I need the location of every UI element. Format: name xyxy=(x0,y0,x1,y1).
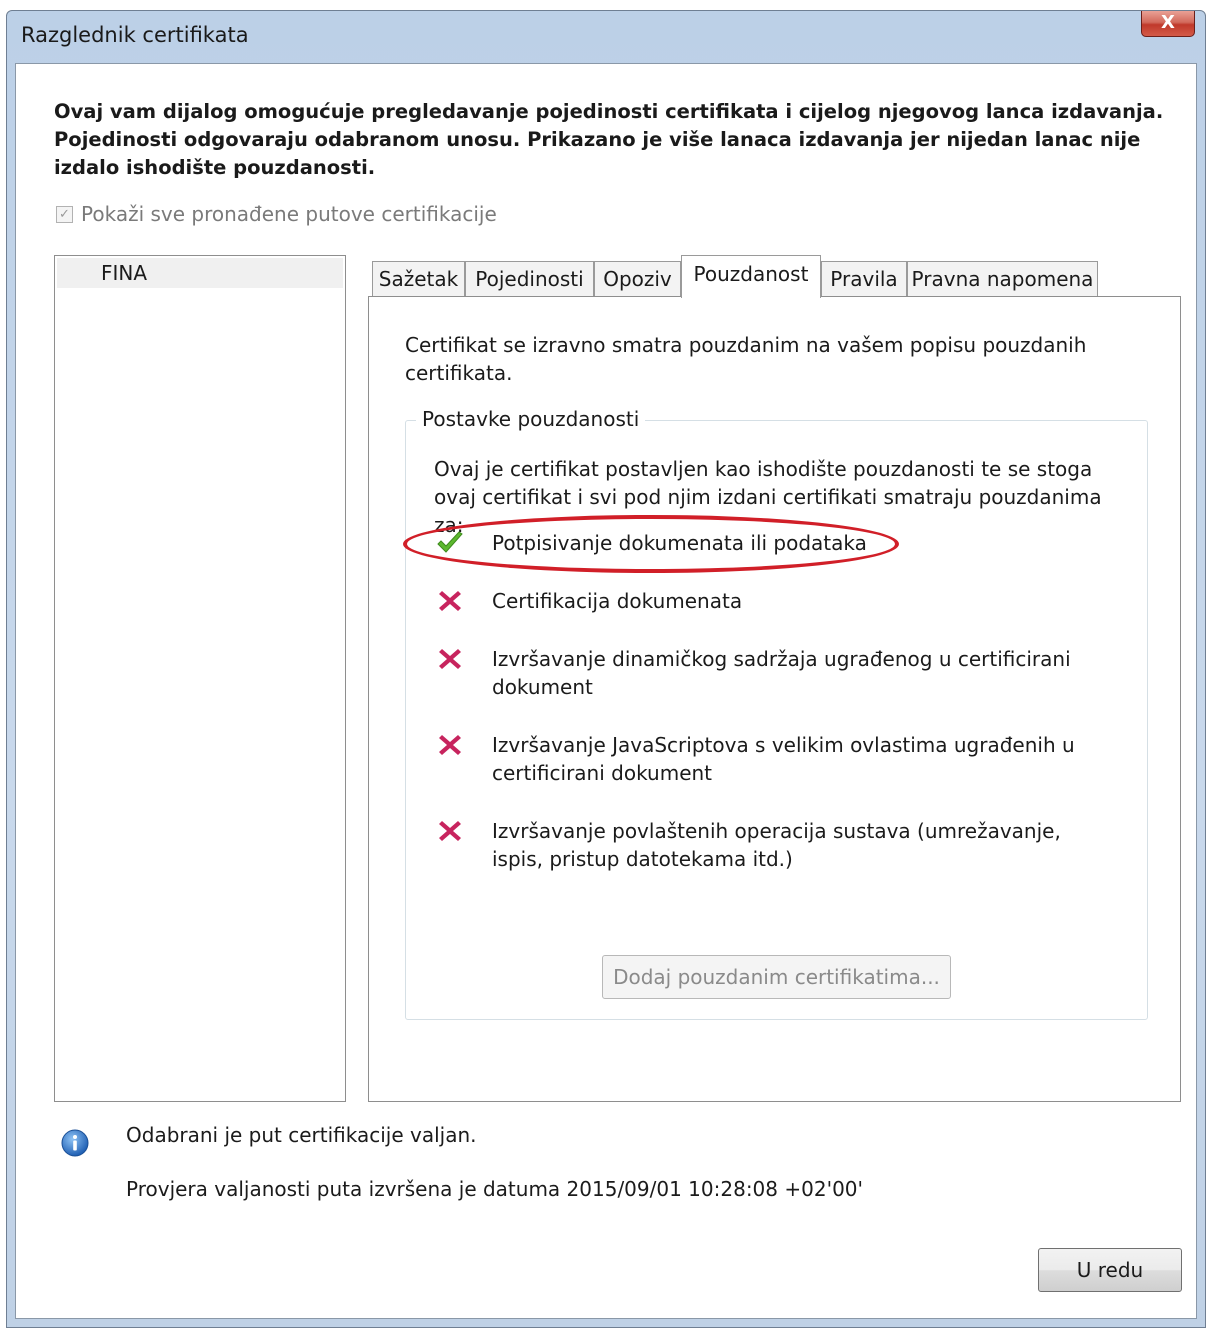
trust-tab-panel: Certifikat se izravno smatra pouzdanim n… xyxy=(368,296,1181,1102)
tab-pouzdanost[interactable]: Pouzdanost xyxy=(681,255,821,298)
title-bar[interactable]: Razglednik certifikata X xyxy=(7,11,1205,61)
permission-label: Izvršavanje dinamičkog sadržaja ugrađeno… xyxy=(492,647,1071,699)
permission-label: Izvršavanje povlaštenih operacija sustav… xyxy=(492,819,1061,871)
validation-date-text: Provjera valjanosti puta izvršena je dat… xyxy=(126,1177,864,1201)
intro-text: Ovaj vam dijalog omogućuje pregledavanje… xyxy=(54,100,1164,179)
close-button[interactable]: X xyxy=(1141,11,1195,37)
tree-item-fina[interactable]: FINA xyxy=(57,258,343,288)
tab-pravna-napomena[interactable]: Pravna napomena xyxy=(907,261,1098,297)
red-x-icon xyxy=(434,645,466,673)
tab-pojedinosti[interactable]: Pojedinosti xyxy=(465,261,594,297)
green-check-icon xyxy=(434,529,466,557)
permission-label: Certifikacija dokumenata xyxy=(492,589,743,613)
info-icon xyxy=(60,1128,90,1158)
permission-item: Izvršavanje JavaScriptova s velikim ovla… xyxy=(434,731,1092,787)
permission-item: Potpisivanje dokumenata ili podataka xyxy=(434,529,1092,557)
window-title: Razglednik certifikata xyxy=(21,23,249,47)
tab-opoziv[interactable]: Opoziv xyxy=(594,261,681,297)
show-all-paths-label: Pokaži sve pronađene putove certifikacij… xyxy=(81,202,497,226)
path-valid-text: Odabrani je put certifikacije valjan. xyxy=(126,1123,477,1147)
trust-settings-group: Postavke pouzdanosti Ovaj je certifikat … xyxy=(403,407,1148,1020)
add-to-trusted-button[interactable]: Dodaj pouzdanim certifikatima... xyxy=(602,955,951,999)
ok-button[interactable]: U redu xyxy=(1038,1248,1182,1292)
red-x-icon xyxy=(434,731,466,759)
tab-sazetak[interactable]: Sažetak xyxy=(372,261,465,297)
show-all-paths-checkbox[interactable]: ✓ xyxy=(56,205,73,223)
permission-item: Izvršavanje povlaštenih operacija sustav… xyxy=(434,817,1092,873)
trust-settings-title: Postavke pouzdanosti xyxy=(416,407,646,431)
permission-item: Certifikacija dokumenata xyxy=(434,587,1092,615)
red-x-icon xyxy=(434,587,466,615)
tab-pravila[interactable]: Pravila xyxy=(821,261,907,297)
certificate-viewer-window: Razglednik certifikata X Ovaj vam dijalo… xyxy=(6,10,1206,1328)
trust-message: Certifikat se izravno smatra pouzdanim n… xyxy=(405,333,1087,385)
certificate-path-tree[interactable]: FINA xyxy=(54,255,346,1102)
permission-label: Izvršavanje JavaScriptova s velikim ovla… xyxy=(492,733,1075,785)
dialog-body: Ovaj vam dijalog omogućuje pregledavanje… xyxy=(15,63,1197,1319)
permission-label: Potpisivanje dokumenata ili podataka xyxy=(492,531,867,555)
red-x-icon xyxy=(434,817,466,845)
permission-item: Izvršavanje dinamičkog sadržaja ugrađeno… xyxy=(434,645,1092,701)
show-all-paths-checkbox-row[interactable]: ✓ Pokaži sve pronađene putove certifikac… xyxy=(56,202,497,226)
